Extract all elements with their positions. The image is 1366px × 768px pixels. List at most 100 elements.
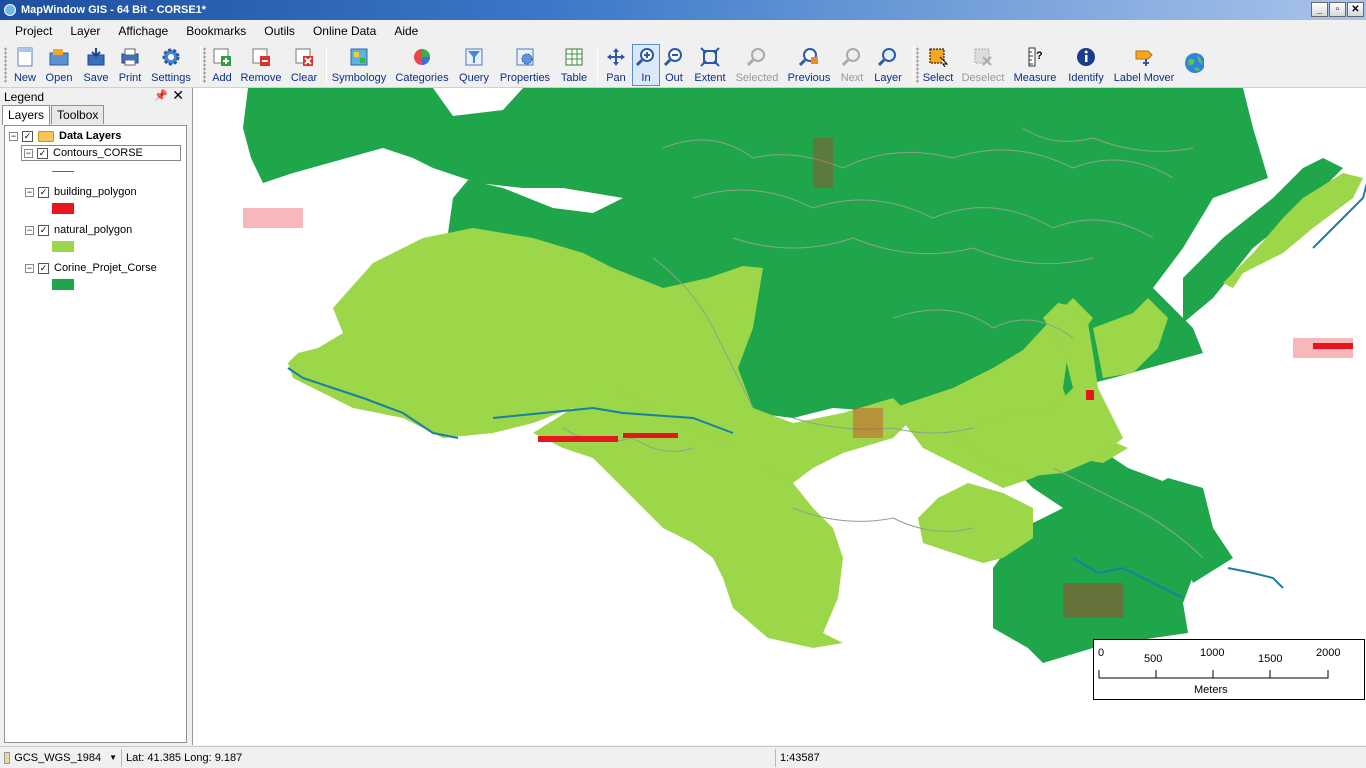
toolbar-grip[interactable] xyxy=(203,47,206,83)
label-mover-icon xyxy=(1134,47,1154,67)
new-document-icon xyxy=(15,47,35,67)
remove-layer-button[interactable]: Remove xyxy=(240,45,282,85)
map-scale-readout: 1:43587 xyxy=(776,749,828,767)
fill-symbol-swatch xyxy=(52,241,74,252)
layer-item-contours[interactable]: − ✓ Contours_CORSE xyxy=(21,145,181,161)
legend-panel: Legend 📌 ✕ Layers Toolbox − ✓ Data Layer… xyxy=(0,87,190,745)
menu-online-data[interactable]: Online Data xyxy=(304,24,385,38)
categories-button[interactable]: Categories xyxy=(395,45,449,85)
projection-selector[interactable]: GCS_WGS_1984 ▼ xyxy=(0,748,122,767)
save-button[interactable]: Save xyxy=(81,45,111,85)
minimize-button[interactable]: _ xyxy=(1311,2,1328,17)
properties-button[interactable]: Properties xyxy=(498,45,552,85)
layer-name: Contours_CORSE xyxy=(53,147,143,159)
svg-text:?: ? xyxy=(1036,50,1043,62)
open-button[interactable]: Open xyxy=(44,45,74,85)
mapwindow-logo-icon xyxy=(4,4,16,16)
pan-button[interactable]: Pan xyxy=(603,45,629,85)
menu-affichage[interactable]: Affichage xyxy=(109,24,177,38)
toolbar-grip[interactable] xyxy=(916,47,919,83)
settings-button[interactable]: Settings xyxy=(150,45,192,85)
layer-tree: − ✓ Data Layers − ✓ Contours_CORSE − ✓ b… xyxy=(4,125,187,743)
folder-icon xyxy=(38,130,54,142)
zoom-selected-icon xyxy=(747,47,767,67)
collapse-icon[interactable]: − xyxy=(24,148,33,158)
close-window-button[interactable]: ✕ xyxy=(1347,2,1364,17)
menu-aide[interactable]: Aide xyxy=(385,24,427,38)
add-layer-button[interactable]: Add xyxy=(209,45,235,85)
attribute-table-button[interactable]: Table xyxy=(558,45,590,85)
projection-label: GCS_WGS_1984 xyxy=(14,751,102,764)
collapse-icon[interactable]: − xyxy=(9,131,18,141)
title-bar: MapWindow GIS - 64 Bit - CORSE1* _ ▫ ✕ xyxy=(0,0,1366,20)
label-mover-button[interactable]: Label Mover xyxy=(1113,45,1175,85)
layer-item-natural[interactable]: − ✓ natural_polygon xyxy=(25,224,132,236)
clear-layers-button[interactable]: Clear xyxy=(289,45,319,85)
tab-layers[interactable]: Layers xyxy=(2,105,51,125)
collapse-icon[interactable]: − xyxy=(25,187,34,197)
gear-icon xyxy=(161,47,181,67)
scale-tick-1000: 1000 xyxy=(1200,647,1224,659)
table-icon xyxy=(564,47,584,67)
globe-icon xyxy=(1184,53,1204,73)
layer-name: natural_polygon xyxy=(54,224,133,236)
menu-layer[interactable]: Layer xyxy=(61,24,109,38)
deselect-button[interactable]: Deselect xyxy=(960,45,1006,85)
zoom-layer-icon xyxy=(878,47,898,67)
chevron-down-icon[interactable]: ▼ xyxy=(109,753,117,762)
pin-icon[interactable]: 📌 xyxy=(154,89,168,102)
menu-project[interactable]: Project xyxy=(6,24,61,38)
query-button[interactable]: Query xyxy=(457,45,491,85)
layer-item-corine[interactable]: − ✓ Corine_Projet_Corse xyxy=(25,262,157,274)
properties-icon xyxy=(515,47,535,67)
toolbar-grip[interactable] xyxy=(4,47,7,83)
online-globe-button[interactable] xyxy=(1181,45,1207,85)
zoom-next-button[interactable]: Next xyxy=(838,45,866,85)
tab-toolbox[interactable]: Toolbox xyxy=(51,105,105,124)
open-folder-icon xyxy=(49,47,69,67)
select-button[interactable]: Select xyxy=(921,45,955,85)
menu-bookmarks[interactable]: Bookmarks xyxy=(177,24,255,38)
collapse-icon[interactable]: − xyxy=(25,225,34,235)
fill-symbol-swatch xyxy=(52,279,74,290)
map-canvas[interactable]: 0 500 1000 1500 2000 Meters xyxy=(192,88,1366,745)
remove-layer-icon xyxy=(251,47,271,67)
group-visibility-checkbox[interactable]: ✓ xyxy=(22,130,33,142)
coordinate-readout: Lat: 41.385 Long: 9.187 xyxy=(122,748,776,767)
close-icon[interactable]: ✕ xyxy=(172,87,184,104)
info-icon xyxy=(1076,47,1096,67)
add-layer-icon xyxy=(212,47,232,67)
restore-button[interactable]: ▫ xyxy=(1329,2,1346,17)
zoom-previous-button[interactable]: Previous xyxy=(787,45,831,85)
layer-visibility-checkbox[interactable]: ✓ xyxy=(38,262,49,274)
print-button[interactable]: Print xyxy=(116,45,144,85)
layer-visibility-checkbox[interactable]: ✓ xyxy=(38,186,49,198)
pan-icon xyxy=(606,47,626,67)
layer-group-node[interactable]: − ✓ Data Layers xyxy=(9,130,121,142)
zoom-layer-button[interactable]: Layer xyxy=(872,45,904,85)
symbology-button[interactable]: Symbology xyxy=(332,45,386,85)
identify-button[interactable]: Identify xyxy=(1065,45,1107,85)
collapse-icon[interactable]: − xyxy=(25,263,34,273)
zoom-out-icon xyxy=(664,47,684,67)
layer-visibility-checkbox[interactable]: ✓ xyxy=(37,147,48,159)
menu-bar: Project Layer Affichage Bookmarks Outils… xyxy=(0,20,1366,42)
zoom-in-icon xyxy=(636,47,656,67)
zoom-selected-button[interactable]: Selected xyxy=(735,45,779,85)
new-button[interactable]: New xyxy=(11,45,39,85)
scale-tick-1500: 1500 xyxy=(1258,653,1282,665)
layer-name: building_polygon xyxy=(54,186,137,198)
zoom-out-button[interactable]: Out xyxy=(662,45,686,85)
legend-title: Legend xyxy=(4,89,45,104)
zoom-extent-button[interactable]: Extent xyxy=(691,45,729,85)
coordinates-text: Lat: 41.385 Long: 9.187 xyxy=(126,751,243,764)
zoom-next-icon xyxy=(842,47,862,67)
zoom-in-button[interactable]: In xyxy=(632,44,660,86)
layer-visibility-checkbox[interactable]: ✓ xyxy=(38,224,49,236)
layer-item-building[interactable]: − ✓ building_polygon xyxy=(25,186,137,198)
legend-header: Legend 📌 ✕ xyxy=(0,87,190,105)
measure-button[interactable]: ? Measure xyxy=(1013,45,1057,85)
select-icon xyxy=(928,47,948,67)
menu-outils[interactable]: Outils xyxy=(255,24,304,38)
deselect-icon xyxy=(973,47,993,67)
